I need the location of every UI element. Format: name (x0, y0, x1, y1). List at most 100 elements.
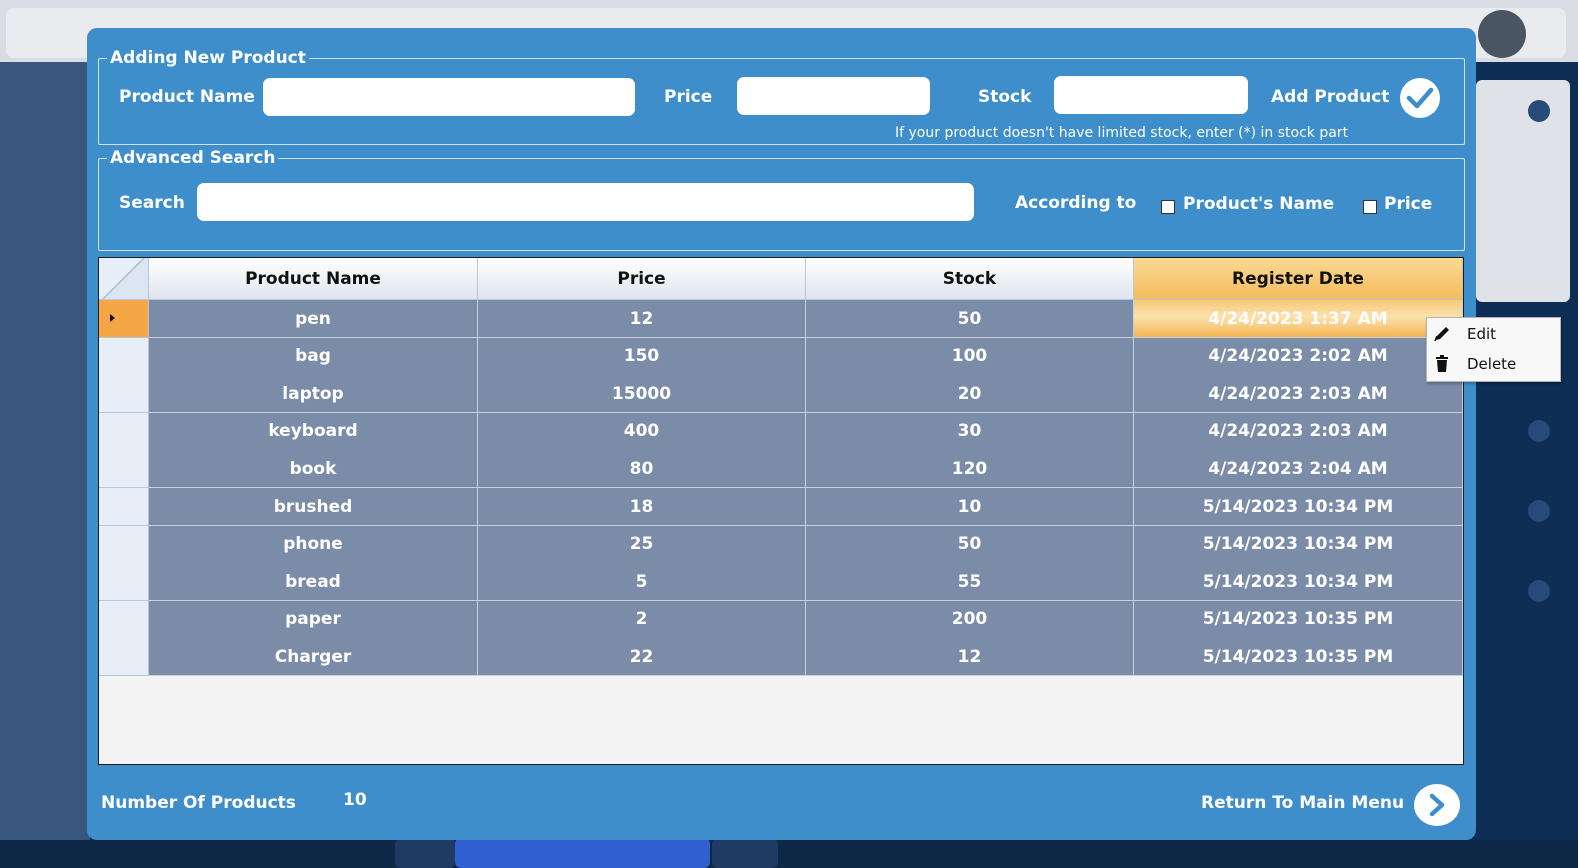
add-product-button[interactable] (1400, 78, 1440, 118)
product-name-cell[interactable]: pen (149, 300, 478, 338)
register-date-cell[interactable]: 4/24/2023 2:03 AM (1134, 375, 1463, 414)
background-avatar (1478, 10, 1526, 58)
product-name-cell[interactable]: book (149, 450, 478, 489)
table-row[interactable]: keyboard 400 30 4/24/2023 2:03 AM (99, 412, 1463, 451)
price-cell[interactable]: 15000 (478, 375, 806, 414)
background-icon (1528, 100, 1550, 122)
stock-cell[interactable]: 12 (806, 638, 1134, 677)
background-sidebar (0, 62, 90, 868)
product-name-checkbox[interactable] (1161, 200, 1175, 214)
stock-cell[interactable]: 100 (806, 337, 1134, 376)
price-cell[interactable]: 150 (478, 337, 806, 376)
register-date-cell[interactable]: 5/14/2023 10:35 PM (1134, 638, 1463, 677)
products-dialog: Adding New Product Product Name Price St… (87, 28, 1476, 840)
product-name-cell[interactable]: Charger (149, 638, 478, 677)
price-input[interactable] (737, 77, 930, 115)
context-menu-delete[interactable]: Delete (1427, 349, 1558, 379)
row-header[interactable] (99, 412, 149, 451)
price-cell[interactable]: 12 (478, 300, 806, 338)
according-to-label: According to (1015, 193, 1137, 213)
product-count-value: 10 (343, 790, 367, 810)
product-name-option-label[interactable]: Product's Name (1183, 194, 1334, 214)
product-name-input[interactable] (263, 78, 635, 116)
register-date-cell[interactable]: 4/24/2023 1:37 AM (1134, 300, 1463, 338)
price-option-label[interactable]: Price (1384, 194, 1432, 214)
stock-cell[interactable]: 50 (806, 525, 1134, 564)
stock-cell[interactable]: 10 (806, 488, 1134, 526)
select-all-corner[interactable] (99, 258, 149, 300)
register-date-cell[interactable]: 4/24/2023 2:04 AM (1134, 450, 1463, 489)
price-cell[interactable]: 22 (478, 638, 806, 677)
price-cell[interactable]: 80 (478, 450, 806, 489)
return-to-menu-label[interactable]: Return To Main Menu (1201, 793, 1404, 813)
column-header-stock[interactable]: Stock (806, 258, 1134, 300)
background-footer (0, 840, 1578, 868)
product-name-cell[interactable]: keyboard (149, 412, 478, 451)
register-date-cell[interactable]: 5/14/2023 10:35 PM (1134, 600, 1463, 639)
table-row[interactable]: paper 2 200 5/14/2023 10:35 PM (99, 600, 1463, 639)
current-row-arrow-icon (110, 314, 115, 322)
table-row[interactable]: phone 25 50 5/14/2023 10:34 PM (99, 525, 1463, 564)
background-icon (1528, 580, 1550, 602)
row-header[interactable] (99, 488, 149, 526)
register-date-cell[interactable]: 5/14/2023 10:34 PM (1134, 563, 1463, 602)
chevron-right-icon (1429, 793, 1445, 817)
register-date-cell[interactable]: 4/24/2023 2:02 AM (1134, 337, 1463, 376)
row-header[interactable] (99, 450, 149, 489)
add-product-label[interactable]: Add Product (1271, 87, 1389, 107)
search-input[interactable] (197, 183, 974, 221)
checkmark-icon (1406, 87, 1434, 109)
column-header-product-name[interactable]: Product Name (149, 258, 478, 300)
column-header-price[interactable]: Price (478, 258, 806, 300)
price-cell[interactable]: 25 (478, 525, 806, 564)
trash-icon (1433, 355, 1451, 373)
return-to-menu-button[interactable] (1414, 784, 1460, 826)
table-row[interactable]: laptop 15000 20 4/24/2023 2:03 AM (99, 375, 1463, 414)
price-cell[interactable]: 18 (478, 488, 806, 526)
column-header-register-date[interactable]: Register Date (1134, 258, 1463, 300)
row-context-menu: Edit Delete (1426, 317, 1561, 382)
background-icon (1528, 500, 1550, 522)
context-menu-delete-label: Delete (1467, 355, 1517, 373)
product-name-label: Product Name (119, 87, 255, 107)
price-checkbox[interactable] (1363, 200, 1377, 214)
row-header[interactable] (99, 375, 149, 414)
table-row[interactable]: Charger 22 12 5/14/2023 10:35 PM (99, 638, 1463, 677)
product-name-cell[interactable]: laptop (149, 375, 478, 414)
register-date-cell[interactable]: 5/14/2023 10:34 PM (1134, 488, 1463, 526)
register-date-cell[interactable]: 5/14/2023 10:34 PM (1134, 525, 1463, 564)
stock-cell[interactable]: 30 (806, 412, 1134, 451)
table-row[interactable]: bag 150 100 4/24/2023 2:02 AM (99, 337, 1463, 376)
stock-label: Stock (978, 87, 1032, 107)
product-name-cell[interactable]: phone (149, 525, 478, 564)
row-header[interactable] (99, 300, 149, 338)
product-count-label: Number Of Products (101, 793, 296, 813)
row-header[interactable] (99, 638, 149, 677)
row-header[interactable] (99, 600, 149, 639)
stock-cell[interactable]: 20 (806, 375, 1134, 414)
stock-cell[interactable]: 200 (806, 600, 1134, 639)
stock-input[interactable] (1054, 76, 1248, 114)
table-row[interactable]: book 80 120 4/24/2023 2:04 AM (99, 450, 1463, 489)
row-header[interactable] (99, 337, 149, 376)
product-name-cell[interactable]: bread (149, 563, 478, 602)
product-name-cell[interactable]: brushed (149, 488, 478, 526)
products-table[interactable]: Product Name Price Stock Register Date p… (98, 257, 1464, 765)
register-date-cell[interactable]: 4/24/2023 2:03 AM (1134, 412, 1463, 451)
row-header[interactable] (99, 525, 149, 564)
stock-cell[interactable]: 55 (806, 563, 1134, 602)
table-row[interactable]: bread 5 55 5/14/2023 10:34 PM (99, 563, 1463, 602)
table-row[interactable]: pen 12 50 4/24/2023 1:37 AM (99, 300, 1463, 338)
stock-cell[interactable]: 120 (806, 450, 1134, 489)
row-header[interactable] (99, 563, 149, 602)
table-row[interactable]: brushed 18 10 5/14/2023 10:34 PM (99, 488, 1463, 526)
context-menu-edit[interactable]: Edit (1427, 319, 1558, 349)
product-name-cell[interactable]: bag (149, 337, 478, 376)
product-name-cell[interactable]: paper (149, 600, 478, 639)
price-cell[interactable]: 5 (478, 563, 806, 602)
price-cell[interactable]: 400 (478, 412, 806, 451)
search-label: Search (119, 193, 185, 213)
context-menu-edit-label: Edit (1467, 325, 1497, 343)
price-cell[interactable]: 2 (478, 600, 806, 639)
stock-cell[interactable]: 50 (806, 300, 1134, 338)
